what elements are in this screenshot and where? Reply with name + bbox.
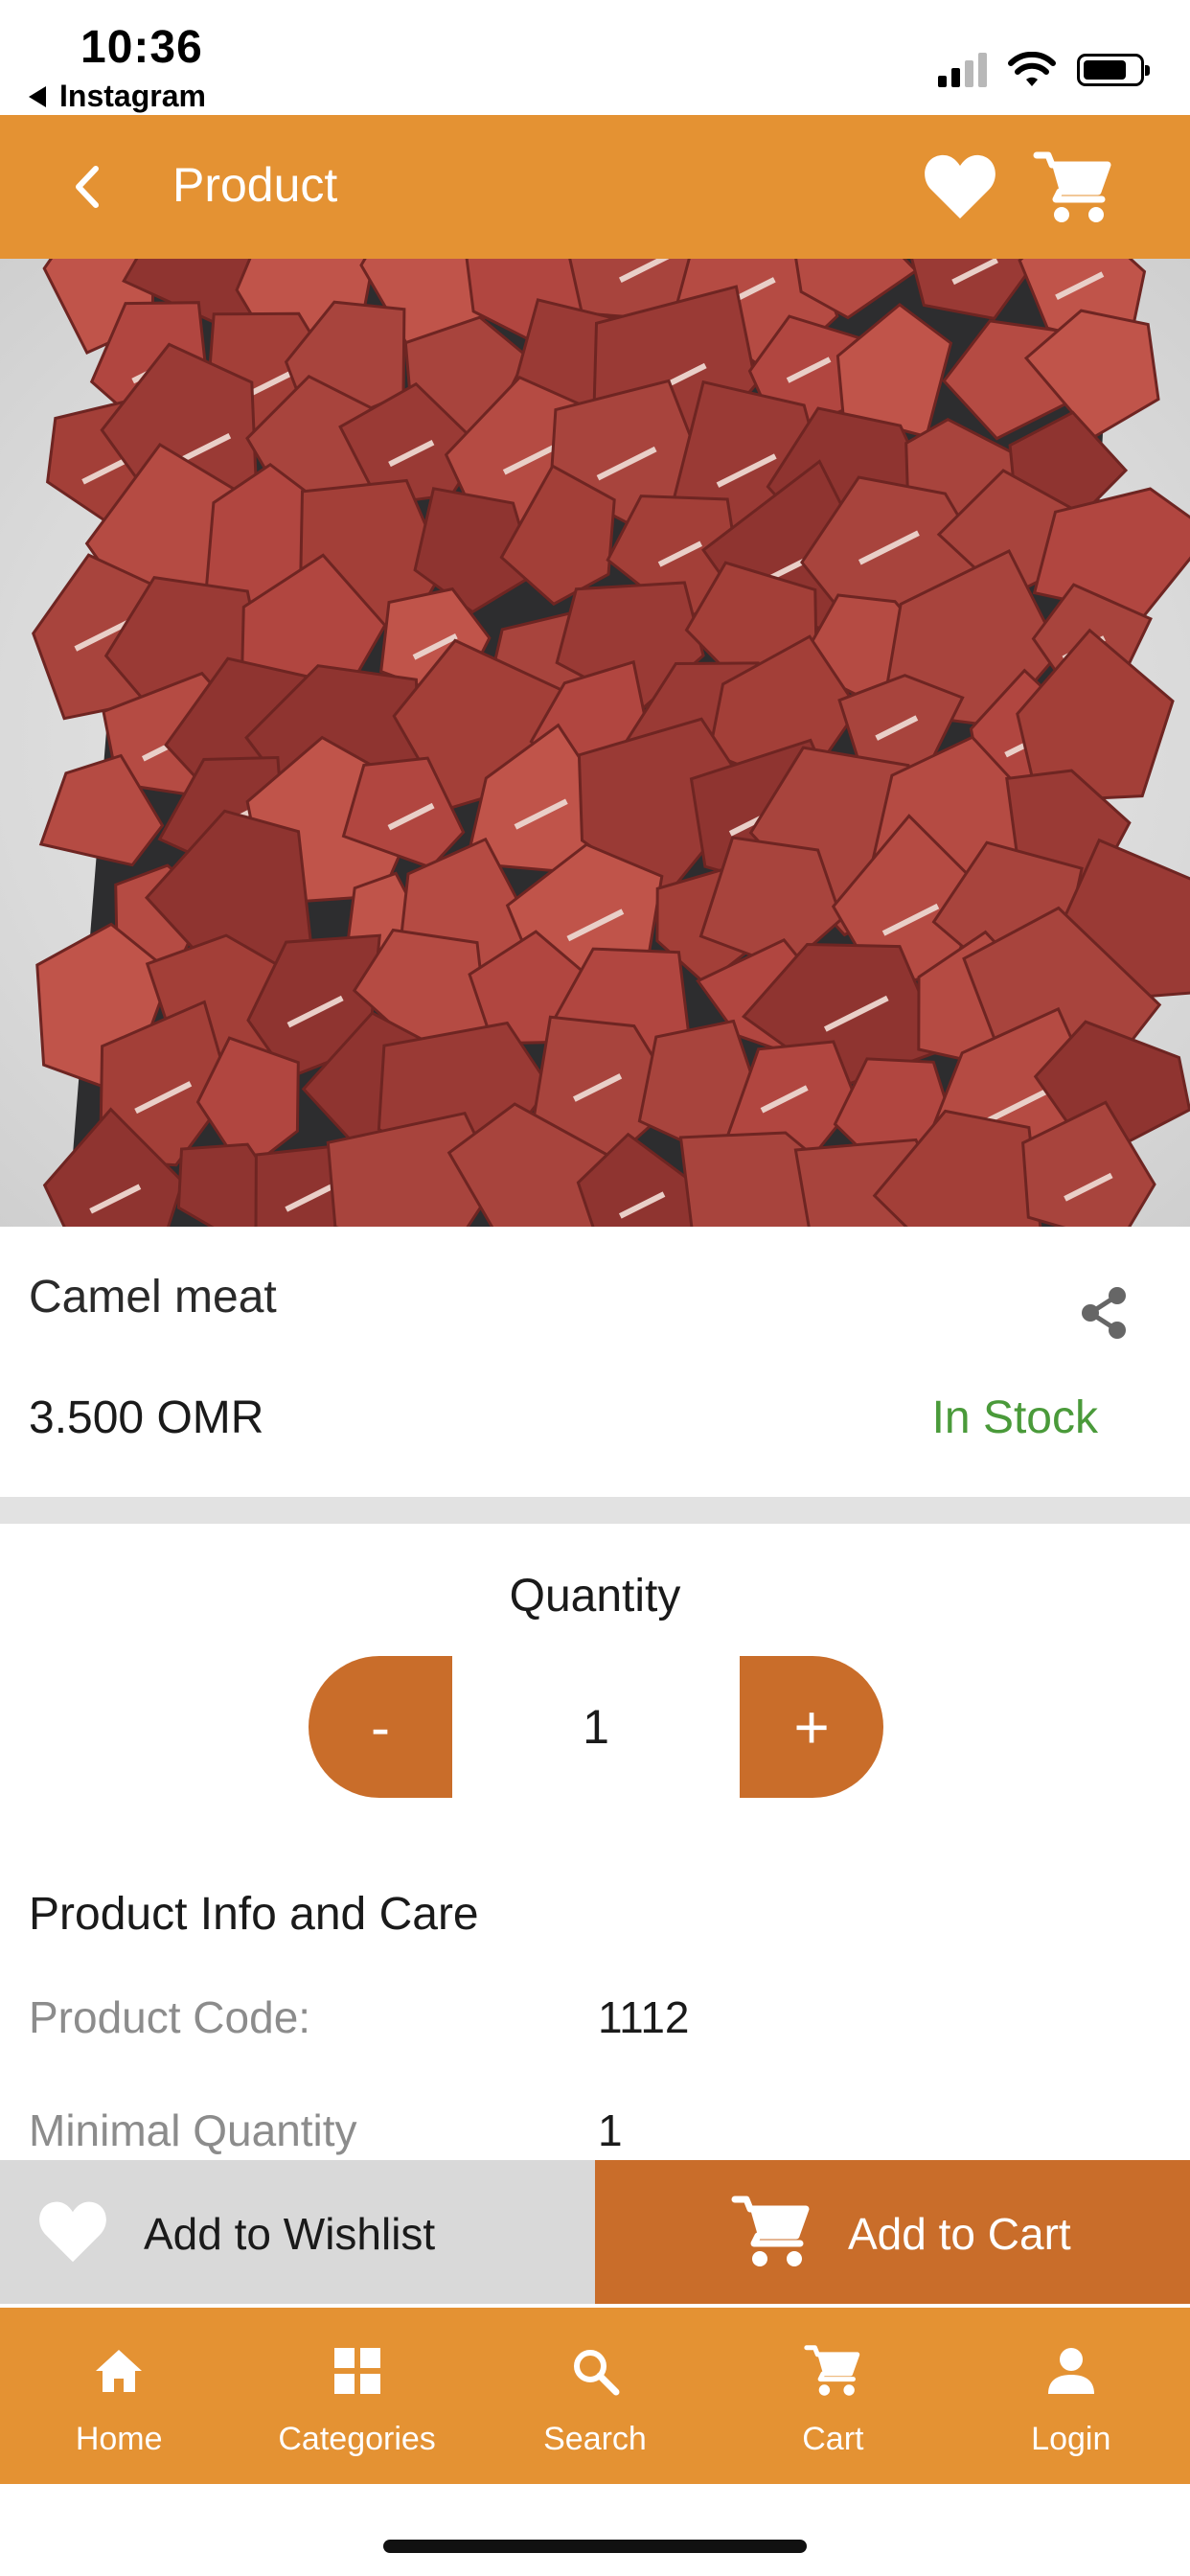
nav-label-cart: Cart xyxy=(802,2421,864,2457)
add-to-cart-label: Add to Cart xyxy=(848,2209,1071,2259)
product-price: 3.500 OMR xyxy=(29,1392,264,1443)
status-time: 10:36 xyxy=(80,22,203,73)
action-bar: Add to Wishlist Add to Cart xyxy=(0,2160,1190,2304)
add-to-wishlist-button[interactable]: Add to Wishlist xyxy=(0,2160,595,2304)
minimal-quantity-value: 1 xyxy=(598,2105,623,2155)
quantity-value: 1 xyxy=(583,1700,609,1754)
heart-icon xyxy=(39,2201,106,2263)
product-code-label: Product Code: xyxy=(29,1992,311,2042)
product-info-title: Product Info and Care xyxy=(29,1889,479,1940)
cart-icon xyxy=(804,2345,860,2396)
quantity-increase-button[interactable]: + xyxy=(740,1656,883,1798)
home-icon xyxy=(96,2350,143,2392)
wifi-icon xyxy=(1008,52,1056,86)
home-indicator-area xyxy=(0,2484,1190,2576)
cart-icon xyxy=(731,2196,810,2266)
nav-label-search: Search xyxy=(543,2421,647,2457)
back-triangle-icon xyxy=(29,85,46,107)
heart-icon[interactable] xyxy=(922,151,998,222)
search-icon xyxy=(573,2350,620,2396)
back-arrow-icon[interactable] xyxy=(63,161,115,213)
battery-icon xyxy=(1077,54,1150,86)
cart-icon[interactable] xyxy=(1033,150,1113,226)
back-to-app-link[interactable]: Instagram xyxy=(29,79,206,114)
nav-item-categories[interactable]: Categories xyxy=(238,2308,475,2484)
bottom-navigation: Home Categories Search Cart Login xyxy=(0,2308,1190,2484)
quantity-decrease-button[interactable]: - xyxy=(309,1656,452,1798)
nav-item-login[interactable]: Login xyxy=(952,2308,1190,2484)
back-app-label: Instagram xyxy=(59,79,206,113)
nav-item-home[interactable]: Home xyxy=(0,2308,238,2484)
product-code-value: 1112 xyxy=(598,1992,690,2042)
cellular-signal-icon xyxy=(938,53,987,87)
status-icons xyxy=(938,52,1150,88)
app-header: Product xyxy=(0,115,1190,259)
minimal-quantity-label: Minimal Quantity xyxy=(29,2105,357,2155)
nav-label-categories: Categories xyxy=(278,2421,436,2457)
product-image xyxy=(0,259,1190,1227)
user-icon xyxy=(1047,2348,1094,2394)
share-icon[interactable] xyxy=(1077,1284,1131,1342)
add-to-wishlist-label: Add to Wishlist xyxy=(144,2209,436,2259)
quantity-label: Quantity xyxy=(509,1571,681,1622)
home-indicator[interactable] xyxy=(383,2540,807,2553)
nav-item-cart[interactable]: Cart xyxy=(714,2308,951,2484)
status-bar: 10:36 Instagram xyxy=(0,0,1190,115)
add-to-cart-button[interactable]: Add to Cart xyxy=(595,2160,1190,2304)
grid-icon xyxy=(333,2348,380,2394)
page-title: Product xyxy=(172,158,338,212)
nav-label-login: Login xyxy=(1031,2421,1111,2457)
stock-status: In Stock xyxy=(931,1392,1098,1443)
product-photo xyxy=(32,259,1190,1227)
section-divider xyxy=(0,1497,1190,1524)
product-name: Camel meat xyxy=(29,1272,277,1322)
nav-label-home: Home xyxy=(75,2421,163,2457)
nav-item-search[interactable]: Search xyxy=(476,2308,714,2484)
